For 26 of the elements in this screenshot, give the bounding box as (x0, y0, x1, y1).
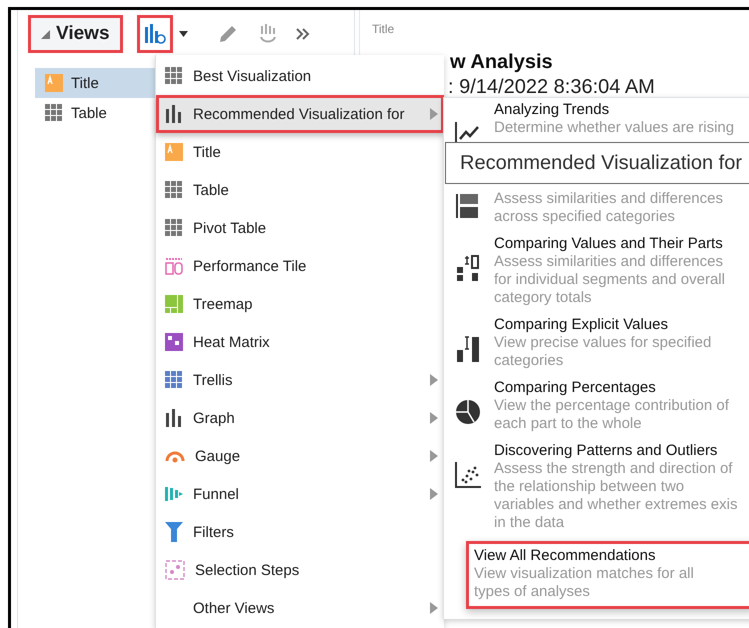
recommendation-description: in the data (494, 514, 566, 532)
recommendation-description: Determine whether values are rising (494, 119, 734, 137)
tooltip: Recommended Visualization for (445, 142, 749, 184)
recommendation-description: Assess the strength and direction of (494, 460, 734, 478)
recommendation-description: across specified categories (494, 208, 676, 226)
timestamp-text: : 9/14/2022 8:36:04 AM (448, 76, 655, 99)
recommendation-description: variables and whether extremes exis (494, 496, 738, 514)
recommendation-description: Assess similarities and differences (494, 190, 723, 208)
recommendation-title: View All Recommendations (474, 547, 656, 565)
recommendation-title: Comparing Percentages (494, 379, 657, 397)
recommendation-description: category totals (494, 289, 593, 307)
recommendation-description: each part to the whole (494, 415, 643, 433)
recommendation-title: Comparing Values and Their Parts (494, 235, 724, 253)
view-label: Title (372, 22, 394, 36)
recommendation-description: the relationship between two (494, 478, 686, 496)
recommendation-description: types of analyses (474, 583, 591, 601)
recommendation-description: Assess similarities and differences (494, 253, 724, 271)
recommendation-description: for individual segments and overall (494, 271, 725, 289)
recommendation-title: Analyzing Trends (494, 101, 610, 119)
recommendation-title: Discovering Patterns and Outliers (494, 442, 718, 460)
recommendation-description: categories (494, 352, 564, 370)
recommendation-description: View visualization matches for all (474, 565, 694, 583)
analysis-heading: w Analysis (450, 51, 553, 74)
recommendation-description: View precise values for specified (494, 334, 712, 352)
recommendation-title: Comparing Explicit Values (494, 316, 669, 334)
recommendation-description: View the percentage contribution of (494, 397, 729, 415)
